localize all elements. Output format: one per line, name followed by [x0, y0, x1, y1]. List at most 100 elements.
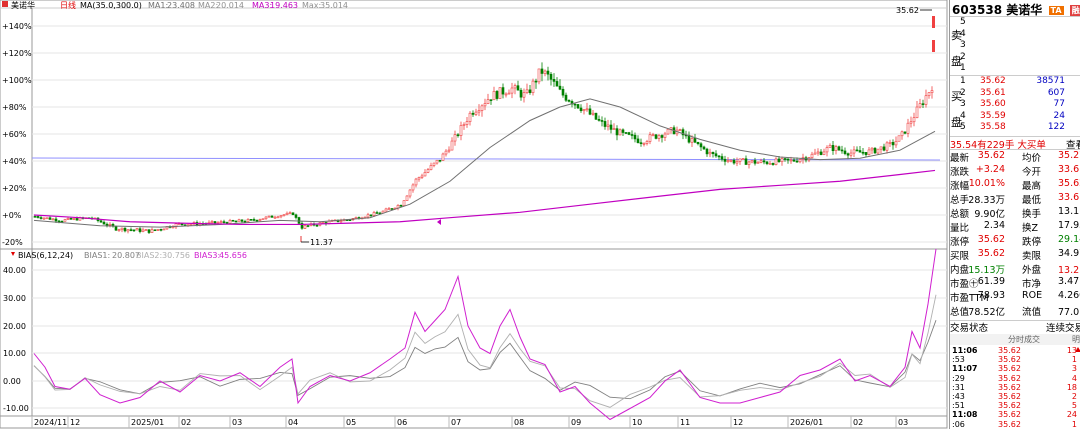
candle-body [666, 128, 670, 135]
stat-value: +3.24 [975, 164, 1005, 175]
candle-body [819, 151, 823, 155]
tick-row[interactable]: 11:07 35.62 3 [950, 364, 1080, 373]
candle-body [582, 109, 586, 112]
candle-body [879, 146, 883, 150]
stat-label: 总额 [950, 209, 970, 220]
time-axis-label: 12 [70, 418, 80, 427]
bias-legend-b3-value: 45.656 [219, 251, 247, 260]
candle-body [702, 146, 706, 150]
stat-label: 卖限 [1022, 251, 1042, 262]
candle-body [780, 158, 784, 162]
stat-label: 涨幅 [950, 181, 970, 192]
candle-body [747, 161, 751, 165]
candle-body [432, 162, 436, 166]
time-axis-label: 2025/01 [131, 418, 164, 427]
candle-body [876, 148, 880, 154]
ticks-title[interactable]: 分时成交 [1008, 334, 1040, 345]
candle-body [252, 219, 256, 221]
candle-body [213, 221, 217, 224]
candle-body [153, 229, 157, 232]
candle-body [471, 112, 475, 115]
tick-time: :43 [952, 392, 965, 401]
candle-body [162, 228, 166, 231]
kline-chart-svg[interactable]: 美诺华 日线 MA(35.0,300.0) MA1: 23.408 MA2: 2… [0, 0, 948, 429]
tick-time: 11:06 [952, 346, 978, 355]
stat-row: 涨跌 +3.24 今开 33.61 [950, 164, 1080, 178]
bias-axis-label: 0.00 [3, 377, 21, 386]
stat-value: 78.52亿 [968, 307, 1005, 318]
tick-row[interactable]: :31 35.62 18 [950, 383, 1080, 392]
candle-body [531, 80, 535, 93]
price-axis-label: +140% [2, 22, 32, 31]
candle-body [903, 131, 907, 134]
tick-row[interactable]: :53 35.62 1 [950, 355, 1080, 364]
stock-code: 603538 [952, 3, 1003, 17]
tick-row[interactable]: 11:06 35.62 13 [950, 346, 1080, 355]
stat-label: 换Z [1022, 223, 1039, 234]
time-axis-label: 2024/11 [34, 418, 67, 427]
candle-body [423, 172, 427, 177]
candle-body [693, 138, 697, 143]
candle-body [690, 138, 694, 143]
candle-body [606, 124, 610, 127]
trade-status-value: 连续交易 [1046, 323, 1080, 334]
candle-body [420, 175, 424, 178]
candle-body [699, 143, 703, 148]
candle-body [477, 110, 481, 113]
candle-body [480, 105, 484, 111]
candle-body [495, 91, 499, 99]
candle-body [225, 222, 229, 224]
tick-time: :31 [952, 382, 965, 392]
ta-badge[interactable]: TA [1048, 6, 1064, 15]
candle-body [456, 134, 460, 137]
scroll-up-icon[interactable] [1075, 347, 1080, 352]
candle-body [63, 219, 67, 222]
tick-row[interactable]: :43 35.62 2 [950, 392, 1080, 401]
ticks-detail-tab[interactable]: 明 [1072, 334, 1080, 345]
candle-body [711, 151, 715, 155]
candle-body [795, 160, 799, 163]
candle-body [594, 112, 598, 120]
candle-body [912, 117, 916, 123]
candle-body [306, 225, 310, 227]
candle-body [579, 107, 583, 112]
candle-body [561, 88, 565, 96]
stat-label: 量比 [950, 223, 970, 234]
candle-body [753, 160, 757, 164]
buy-level-volume: 24 [1053, 110, 1065, 121]
candle-body [159, 229, 163, 231]
margin-badge[interactable]: 融 [1069, 5, 1080, 16]
tick-row[interactable]: :51 35.62 5 [950, 401, 1080, 410]
candle-body [633, 134, 637, 140]
candle-body [72, 218, 76, 220]
candle-body [402, 200, 406, 206]
candle-body [678, 129, 682, 131]
tick-row[interactable]: :29 35.62 4 [950, 374, 1080, 383]
kline-chart-panel[interactable]: 美诺华 日线 MA(35.0,300.0) MA1: 23.408 MA2: 2… [0, 0, 948, 429]
stat-value: 35.62 [977, 150, 1005, 161]
tick-row[interactable]: :06 35.62 1 [950, 420, 1080, 429]
tick-row[interactable]: 11:08 35.62 24 [950, 410, 1080, 419]
candle-body [891, 142, 895, 146]
candle-body [120, 227, 124, 231]
stat-row: 买限 35.62 卖限 34.97 [950, 248, 1080, 262]
stat-label: 换手 [1022, 209, 1042, 220]
stat-row: 总值78.52亿 流值 77.01亿 [950, 304, 1080, 318]
bias-axis-label: 40.00 [3, 266, 26, 275]
candle-body [132, 229, 136, 232]
candle-body [408, 189, 412, 197]
candle-body [543, 70, 547, 74]
time-axis-label: 2026/01 [790, 418, 823, 427]
stat-label: 市盈㊉ [950, 279, 979, 290]
stat-label: 总手 [950, 195, 970, 206]
candle-body [735, 161, 739, 164]
time-axis-label: 12 [733, 418, 743, 427]
candle-body [552, 79, 556, 82]
stat-value: 34.97 [1058, 248, 1080, 259]
candle-body [102, 221, 106, 225]
candle-body [609, 124, 613, 130]
tick-price: 35.62 [998, 364, 1021, 374]
candle-body [54, 218, 58, 222]
candle-body [618, 129, 622, 136]
candle-body [576, 104, 580, 109]
